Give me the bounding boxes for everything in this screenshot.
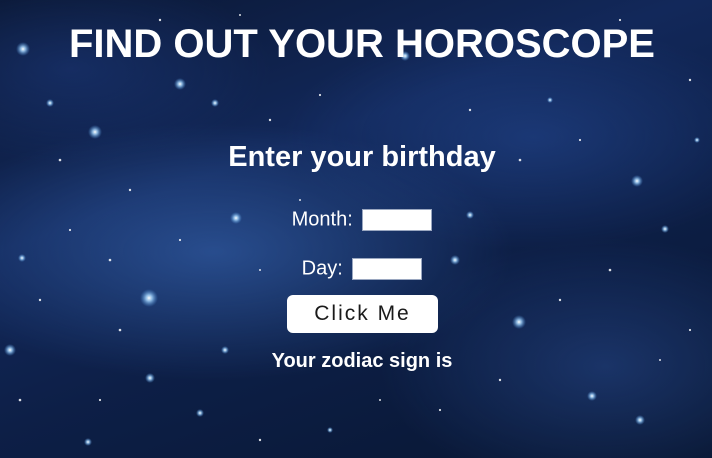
day-label: Day: xyxy=(301,257,343,280)
click-me-button[interactable]: Click Me xyxy=(287,295,438,333)
birthday-heading: Enter your birthday xyxy=(228,141,496,173)
day-row: Day: xyxy=(0,256,712,281)
page-title: FIND OUT YOUR HOROSCOPE xyxy=(69,22,655,66)
day-input[interactable] xyxy=(352,257,423,280)
month-row: Month: xyxy=(0,207,712,232)
horoscope-page: FIND OUT YOUR HOROSCOPE Enter your birth… xyxy=(0,0,712,458)
month-label: Month: xyxy=(291,208,353,231)
zodiac-result-text: Your zodiac sign is xyxy=(271,350,453,372)
month-input[interactable] xyxy=(362,208,433,231)
